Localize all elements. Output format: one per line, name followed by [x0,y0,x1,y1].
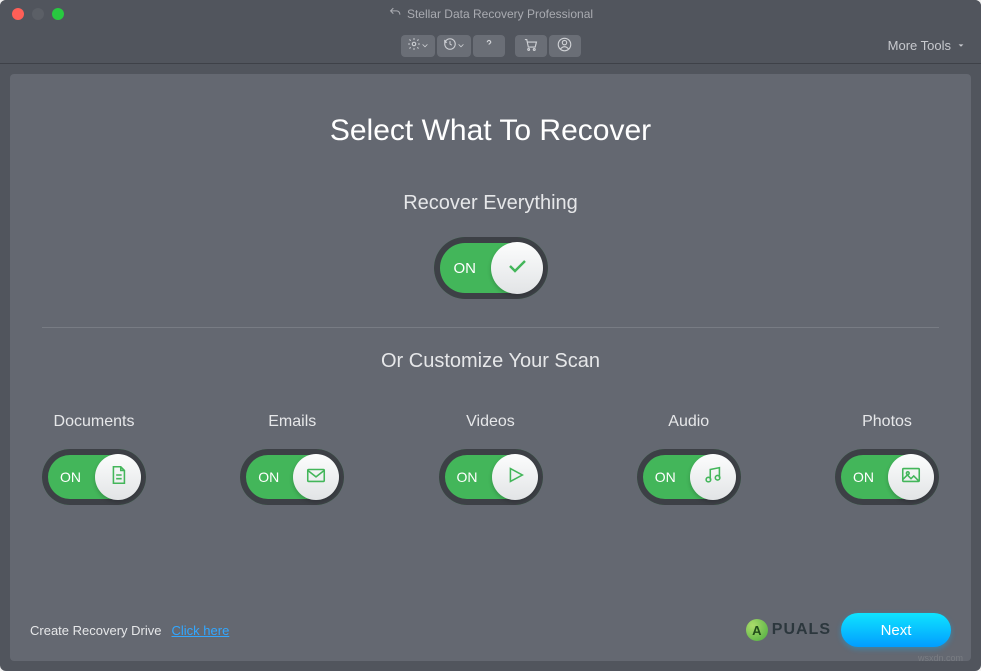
toggle-state: ON [457,469,478,485]
footer-left: Create Recovery Drive Click here [30,623,229,638]
watermark-url: wsxdn.com [918,653,963,663]
close-window-button[interactable] [12,8,24,20]
toggle-state: ON [454,260,477,277]
create-recovery-drive-link[interactable]: Click here [172,623,230,638]
category-label: Videos [466,413,515,431]
chevron-down-icon [421,42,429,50]
watermark: A PUALS [746,619,831,641]
chevron-down-icon [957,42,965,50]
customize-label: Or Customize Your Scan [381,350,600,373]
app-window: Stellar Data Recovery Professional [0,0,981,671]
toggle-state: ON [60,469,81,485]
window-controls [12,8,64,20]
cart-button[interactable] [515,35,547,57]
next-button[interactable]: Next [841,613,951,647]
titlebar: Stellar Data Recovery Professional [0,0,981,28]
photo-icon [900,464,922,491]
back-arrow-icon [388,6,401,22]
toggle-state: ON [853,469,874,485]
divider [42,327,939,328]
more-tools-label: More Tools [888,38,951,53]
audio-toggle[interactable]: ON [637,449,741,505]
fullscreen-window-button[interactable] [52,8,64,20]
chevron-down-icon [457,42,465,50]
recover-everything-label: Recover Everything [403,192,578,215]
title-text: Stellar Data Recovery Professional [407,7,593,21]
category-label: Emails [268,413,316,431]
help-button[interactable] [473,35,505,57]
footer: Create Recovery Drive Click here A PUALS… [30,613,951,647]
photos-toggle[interactable]: ON [835,449,939,505]
history-icon [443,37,457,54]
emails-toggle[interactable]: ON [240,449,344,505]
gear-icon [407,37,421,54]
cart-icon [523,37,538,55]
documents-toggle[interactable]: ON [42,449,146,505]
category-label: Photos [862,413,912,431]
email-icon [305,464,327,491]
toggle-knob [492,454,538,500]
watermark-badge: A [746,619,768,641]
category-label: Audio [668,413,709,431]
category-videos: Videos ON [439,413,543,505]
toggle-knob [491,242,543,294]
main-content: Select What To Recover Recover Everythin… [10,74,971,661]
more-tools-menu[interactable]: More Tools [888,38,965,53]
category-row: Documents ON Emails ON [42,413,939,505]
toolbar: More Tools [0,28,981,64]
page-title: Select What To Recover [330,114,651,148]
toggle-knob [690,454,736,500]
recover-everything-toggle[interactable]: ON [434,237,548,299]
settings-button[interactable] [401,35,435,57]
create-recovery-drive-label: Create Recovery Drive [30,623,162,638]
audio-icon [702,464,724,491]
toggle-knob [293,454,339,500]
category-audio: Audio ON [637,413,741,505]
toolbar-center [401,35,581,57]
check-icon [505,254,529,283]
window-title: Stellar Data Recovery Professional [388,6,593,22]
history-button[interactable] [437,35,471,57]
question-icon [482,37,496,54]
category-emails: Emails ON [240,413,344,505]
videos-toggle[interactable]: ON [439,449,543,505]
category-label: Documents [54,413,135,431]
category-documents: Documents ON [42,413,146,505]
user-icon [557,37,572,55]
toggle-knob [95,454,141,500]
account-button[interactable] [549,35,581,57]
toggle-state: ON [655,469,676,485]
document-icon [107,464,129,491]
watermark-text: PUALS [772,621,831,639]
video-icon [504,464,526,491]
category-photos: Photos ON [835,413,939,505]
toggle-knob [888,454,934,500]
minimize-window-button[interactable] [32,8,44,20]
toggle-state: ON [258,469,279,485]
